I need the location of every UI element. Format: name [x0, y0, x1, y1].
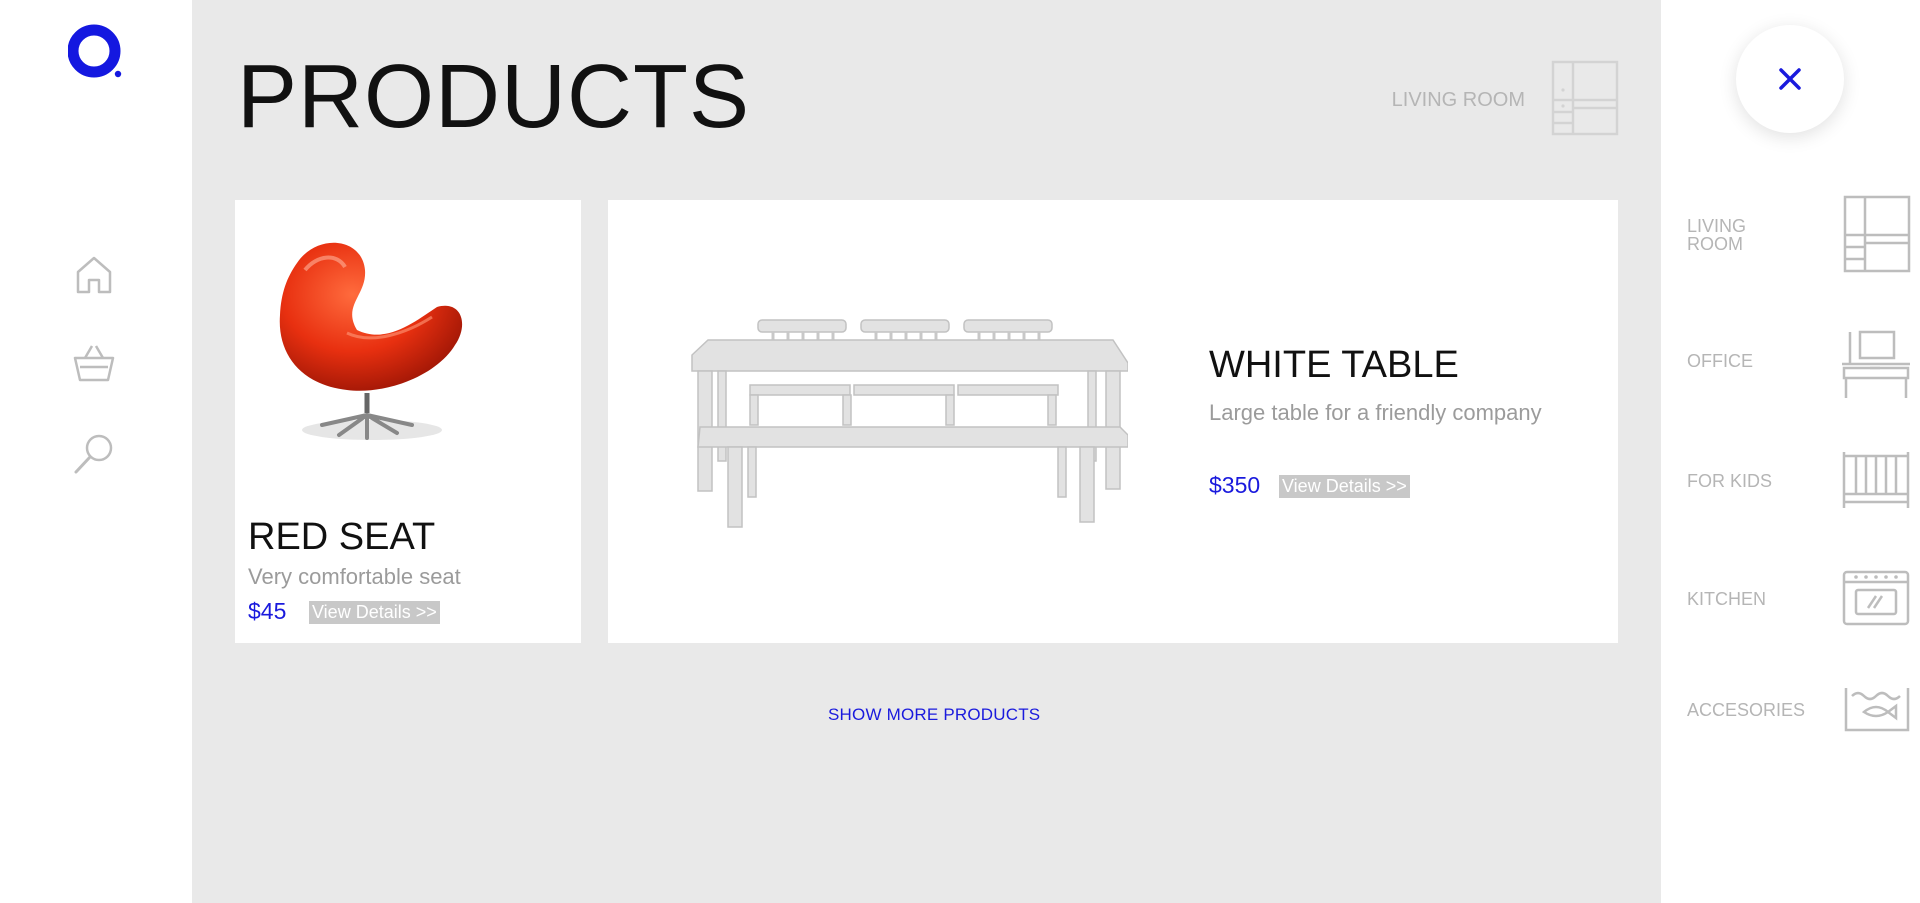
menu-item-accesories[interactable]: ACCESORIES — [1687, 670, 1912, 748]
page-title: PRODUCTS — [237, 47, 751, 147]
menu-item-for-kids[interactable]: FOR KIDS — [1687, 442, 1912, 520]
close-icon — [1779, 68, 1801, 90]
cabinet-icon — [1840, 195, 1912, 273]
category-menu: LIVING ROOM OFFICE FOR KIDS KITCHEN ACCE… — [1661, 0, 1920, 903]
red-egg-chair-image — [247, 225, 492, 460]
current-category[interactable]: LIVING ROOM — [1391, 60, 1621, 141]
cabinet-icon — [1549, 60, 1621, 141]
basket-icon[interactable] — [70, 340, 118, 388]
desk-icon — [1840, 322, 1912, 400]
view-details-button[interactable]: View Details >> — [1279, 475, 1410, 498]
show-more-products-link[interactable]: SHOW MORE PRODUCTS — [828, 705, 1040, 725]
menu-item-label: KITCHEN — [1687, 589, 1767, 609]
left-nav — [0, 0, 192, 903]
menu-item-office[interactable]: OFFICE — [1687, 322, 1912, 400]
menu-item-label: FOR KIDS — [1687, 471, 1773, 491]
white-table-image — [688, 315, 1129, 530]
product-price: $45 — [248, 598, 287, 624]
brand-logo-icon[interactable] — [67, 24, 124, 80]
products-panel: PRODUCTS LIVING ROOM RED SEAT Very comfo… — [192, 0, 1661, 903]
menu-item-living-room[interactable]: LIVING ROOM — [1687, 195, 1912, 273]
search-icon[interactable] — [70, 430, 118, 478]
menu-item-label: ACCESORIES — [1687, 700, 1806, 720]
home-icon[interactable] — [70, 250, 118, 298]
stove-icon — [1840, 560, 1912, 638]
product-name: RED SEAT — [248, 516, 436, 558]
menu-item-label: LIVING ROOM — [1687, 216, 1747, 254]
menu-item-label: OFFICE — [1687, 351, 1753, 371]
menu-item-kitchen[interactable]: KITCHEN — [1687, 560, 1912, 638]
close-menu-button[interactable] — [1736, 25, 1844, 133]
product-card-red-seat[interactable]: RED SEAT Very comfortable seat $45 View … — [235, 200, 581, 643]
crib-icon — [1840, 442, 1912, 520]
aquarium-icon — [1840, 670, 1912, 748]
current-category-label: LIVING ROOM — [1391, 88, 1525, 111]
product-description: Very comfortable seat — [248, 564, 461, 589]
product-card-white-table[interactable]: WHITE TABLE Large table for a friendly c… — [608, 200, 1618, 643]
view-details-button[interactable]: View Details >> — [309, 601, 440, 624]
product-description: Large table for a friendly company — [1209, 400, 1542, 425]
product-name: WHITE TABLE — [1209, 344, 1459, 386]
product-price: $350 — [1209, 472, 1261, 498]
